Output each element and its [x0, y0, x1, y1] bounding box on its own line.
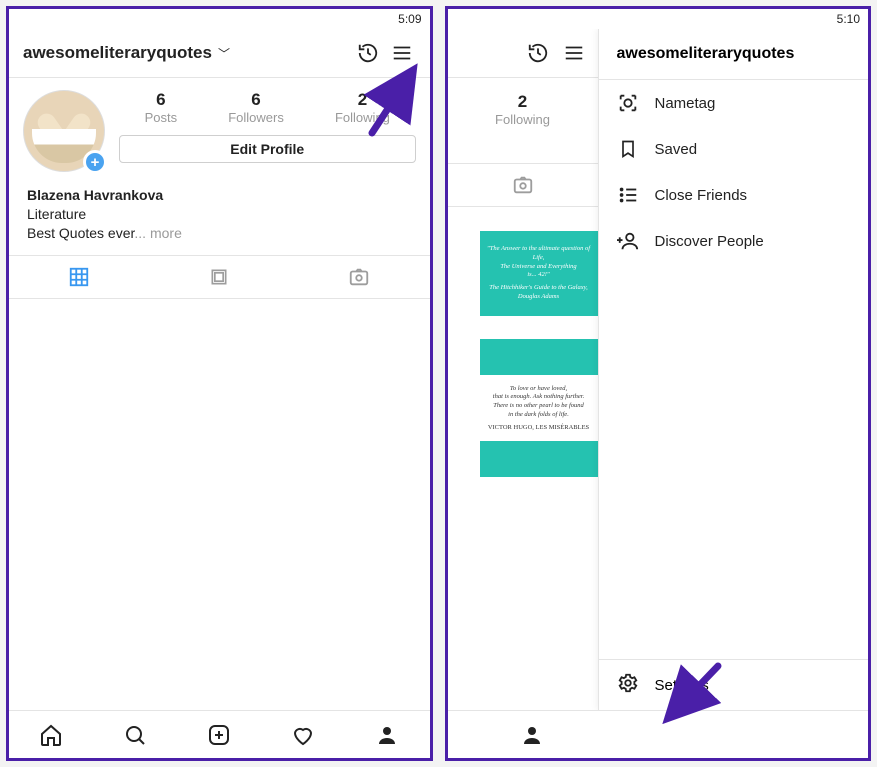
drawer-item-discover-people[interactable]: Discover People — [599, 218, 869, 264]
nav-search-icon[interactable] — [121, 721, 149, 749]
hamburger-menu-icon[interactable] — [560, 39, 588, 67]
stats-row: 6 Posts 6 Followers 2 Following — [119, 90, 416, 125]
stat-following-label: Following — [335, 110, 390, 125]
stat-following[interactable]: 2 Following — [448, 78, 598, 135]
stat-posts-count: 6 — [145, 90, 178, 110]
drawer-item-label: Discover People — [655, 233, 764, 250]
post2-line: VICTOR HUGO, LES MISÉRABLES — [486, 424, 592, 433]
post-thumb-2[interactable]: To love or have loved, that is enough. A… — [480, 340, 598, 478]
status-time: 5:10 — [837, 12, 860, 26]
bio-display-name: Blazena Havrankova — [27, 186, 412, 205]
nav-profile-icon[interactable] — [373, 721, 401, 749]
posts-column: "The Answer to the ultimate question of … — [448, 231, 598, 477]
bio-more-link[interactable]: more — [146, 225, 182, 241]
drawer-item-label: Saved — [655, 141, 698, 158]
nav-add-icon[interactable] — [205, 721, 233, 749]
list-icon — [617, 184, 639, 206]
bottom-nav — [9, 710, 430, 758]
status-time: 5:09 — [398, 12, 421, 26]
post2-line: There is no other pearl to be found — [486, 402, 592, 411]
nav-activity-icon[interactable] — [289, 721, 317, 749]
drawer-item-label: Close Friends — [655, 187, 748, 204]
gear-icon — [617, 672, 639, 698]
post1-line: is... 42!" — [486, 271, 592, 280]
phone-left: 5:09 awesomeliteraryquotes ﹀ + 6 Posts — [6, 6, 433, 761]
stat-posts[interactable]: 6 Posts — [145, 90, 178, 125]
chevron-down-icon[interactable]: ﹀ — [218, 45, 230, 62]
stat-following-label: Following — [448, 112, 598, 127]
profile-bio: Blazena Havrankova Literature Best Quote… — [9, 176, 430, 255]
tagged-icon — [512, 174, 534, 196]
hamburger-menu-icon[interactable] — [388, 39, 416, 67]
drawer-item-close-friends[interactable]: Close Friends — [599, 172, 869, 218]
edit-profile-button[interactable]: Edit Profile — [119, 135, 416, 163]
post1-line: Douglas Adams — [486, 293, 592, 302]
profile-behind-drawer: 2 Following "The Answer to the ultimate … — [448, 29, 598, 710]
side-drawer: awesomeliteraryquotes Nametag Saved — [598, 29, 869, 710]
profile-header: awesomeliteraryquotes ﹀ — [9, 29, 430, 78]
profile-body-empty — [9, 299, 430, 710]
phone-right: 5:10 2 Following — [445, 6, 872, 761]
avatar[interactable]: + — [23, 90, 105, 172]
post1-line: The Universe and Everything — [486, 263, 592, 272]
stat-followers-count: 6 — [228, 90, 284, 110]
drawer-item-nametag[interactable]: Nametag — [599, 80, 869, 126]
post1-line: The Hitchhiker's Guide to the Galaxy, — [486, 284, 592, 293]
grid-icon — [68, 266, 90, 288]
profile-top: + 6 Posts 6 Followers 2 Following Edit P… — [9, 78, 430, 176]
feed-icon — [209, 267, 229, 287]
status-bar: 5:10 — [448, 9, 869, 29]
status-bar: 5:09 — [9, 9, 430, 29]
add-person-icon — [617, 230, 639, 252]
bio-text: Best Quotes ever — [27, 225, 134, 241]
stat-following-count: 2 — [448, 92, 598, 112]
tab-grid[interactable] — [9, 256, 149, 298]
stat-posts-label: Posts — [145, 110, 178, 125]
drawer-title: awesomeliteraryquotes — [599, 29, 869, 80]
stat-followers[interactable]: 6 Followers — [228, 90, 284, 125]
bio-category: Literature — [27, 205, 412, 224]
stat-following[interactable]: 2 Following — [335, 90, 390, 125]
drawer-settings[interactable]: Settings — [599, 659, 869, 710]
post2-line: To love or have loved, — [486, 385, 592, 394]
drawer-item-label: Nametag — [655, 95, 716, 112]
add-story-badge-icon[interactable]: + — [83, 150, 107, 174]
nametag-icon — [617, 92, 639, 114]
drawer-settings-label: Settings — [655, 677, 709, 694]
bio-ellipsis: ... — [134, 225, 146, 241]
bookmark-icon — [617, 138, 639, 160]
bio-line: Best Quotes ever... more — [27, 224, 412, 243]
profile-tabs — [9, 255, 430, 299]
tab-tagged[interactable] — [448, 164, 598, 206]
stat-following-count: 2 — [335, 90, 390, 110]
post1-line: "The Answer to the ultimate question of … — [486, 245, 592, 263]
stat-followers-label: Followers — [228, 110, 284, 125]
drawer-items: Nametag Saved Close Friends — [599, 80, 869, 659]
archive-icon[interactable] — [354, 39, 382, 67]
archive-icon[interactable] — [524, 39, 552, 67]
profile-username[interactable]: awesomeliteraryquotes — [23, 43, 212, 63]
post2-line: in the dark folds of life. — [486, 411, 592, 420]
post-thumb-1[interactable]: "The Answer to the ultimate question of … — [480, 231, 598, 316]
tagged-icon — [348, 266, 370, 288]
tab-feed[interactable] — [149, 256, 289, 298]
nav-profile-icon[interactable] — [508, 723, 556, 747]
drawer-item-saved[interactable]: Saved — [599, 126, 869, 172]
bottom-nav — [448, 710, 869, 758]
phone2-body: 2 Following "The Answer to the ultimate … — [448, 29, 869, 710]
tab-tagged[interactable] — [289, 256, 429, 298]
post2-line: that is enough. Ask nothing further. — [486, 393, 592, 402]
nav-home-icon[interactable] — [37, 721, 65, 749]
